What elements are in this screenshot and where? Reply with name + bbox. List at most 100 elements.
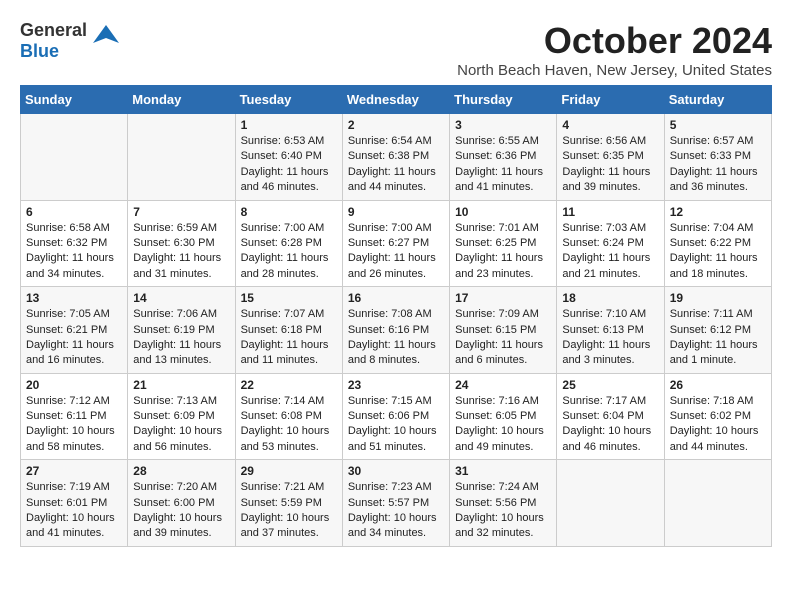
- calendar-cell: 18 Sunrise: 7:10 AM Sunset: 6:13 PM Dayli…: [557, 287, 664, 374]
- day-number: 31: [455, 464, 551, 478]
- cell-content: Sunrise: 7:11 AM Sunset: 6:12 PM Dayligh…: [670, 307, 766, 369]
- cell-content: Sunrise: 7:09 AM Sunset: 6:15 PM Dayligh…: [455, 307, 551, 369]
- calendar-cell: 20 Sunrise: 7:12 AM Sunset: 6:11 PM Dayli…: [21, 373, 128, 460]
- calendar-table: SundayMondayTuesdayWednesdayThursdayFrid…: [20, 85, 772, 547]
- cell-content: Sunrise: 7:00 AM Sunset: 6:28 PM Dayligh…: [241, 221, 337, 283]
- logo: General Blue: [20, 20, 121, 62]
- day-number: 8: [241, 205, 337, 219]
- calendar-cell: 16 Sunrise: 7:08 AM Sunset: 6:16 PM Dayli…: [342, 287, 449, 374]
- weekday-header-friday: Friday: [557, 86, 664, 114]
- day-number: 7: [133, 205, 229, 219]
- day-number: 13: [26, 291, 122, 305]
- calendar-cell: 9 Sunrise: 7:00 AM Sunset: 6:27 PM Daylig…: [342, 200, 449, 287]
- day-number: 26: [670, 378, 766, 392]
- logo-general-text: General: [20, 20, 87, 40]
- cell-content: Sunrise: 7:17 AM Sunset: 6:04 PM Dayligh…: [562, 394, 658, 456]
- calendar-cell: 8 Sunrise: 7:00 AM Sunset: 6:28 PM Daylig…: [235, 200, 342, 287]
- calendar-cell: 13 Sunrise: 7:05 AM Sunset: 6:21 PM Dayli…: [21, 287, 128, 374]
- calendar-cell: 2 Sunrise: 6:54 AM Sunset: 6:38 PM Daylig…: [342, 114, 449, 201]
- calendar-cell: 15 Sunrise: 7:07 AM Sunset: 6:18 PM Dayli…: [235, 287, 342, 374]
- cell-content: Sunrise: 7:05 AM Sunset: 6:21 PM Dayligh…: [26, 307, 122, 369]
- day-number: 15: [241, 291, 337, 305]
- calendar-week-row: 1 Sunrise: 6:53 AM Sunset: 6:40 PM Daylig…: [21, 114, 772, 201]
- day-number: 27: [26, 464, 122, 478]
- logo-bird-icon: [91, 23, 121, 59]
- day-number: 30: [348, 464, 444, 478]
- calendar-cell: 12 Sunrise: 7:04 AM Sunset: 6:22 PM Dayli…: [664, 200, 771, 287]
- day-number: 11: [562, 205, 658, 219]
- day-number: 6: [26, 205, 122, 219]
- weekday-header-wednesday: Wednesday: [342, 86, 449, 114]
- cell-content: Sunrise: 7:19 AM Sunset: 6:01 PM Dayligh…: [26, 480, 122, 542]
- calendar-cell: 27 Sunrise: 7:19 AM Sunset: 6:01 PM Dayli…: [21, 460, 128, 547]
- cell-content: Sunrise: 7:07 AM Sunset: 6:18 PM Dayligh…: [241, 307, 337, 369]
- day-number: 24: [455, 378, 551, 392]
- cell-content: Sunrise: 7:06 AM Sunset: 6:19 PM Dayligh…: [133, 307, 229, 369]
- cell-content: Sunrise: 7:21 AM Sunset: 5:59 PM Dayligh…: [241, 480, 337, 542]
- calendar-cell: [21, 114, 128, 201]
- cell-content: Sunrise: 6:57 AM Sunset: 6:33 PM Dayligh…: [670, 134, 766, 196]
- day-number: 16: [348, 291, 444, 305]
- calendar-cell: 10 Sunrise: 7:01 AM Sunset: 6:25 PM Dayli…: [450, 200, 557, 287]
- cell-content: Sunrise: 7:12 AM Sunset: 6:11 PM Dayligh…: [26, 394, 122, 456]
- calendar-week-row: 13 Sunrise: 7:05 AM Sunset: 6:21 PM Dayli…: [21, 287, 772, 374]
- calendar-week-row: 27 Sunrise: 7:19 AM Sunset: 6:01 PM Dayli…: [21, 460, 772, 547]
- cell-content: Sunrise: 7:16 AM Sunset: 6:05 PM Dayligh…: [455, 394, 551, 456]
- day-number: 20: [26, 378, 122, 392]
- weekday-header-thursday: Thursday: [450, 86, 557, 114]
- day-number: 5: [670, 118, 766, 132]
- weekday-header-tuesday: Tuesday: [235, 86, 342, 114]
- cell-content: Sunrise: 6:54 AM Sunset: 6:38 PM Dayligh…: [348, 134, 444, 196]
- calendar-cell: 25Sunrise: 7:17 AM Sunset: 6:04 PM Dayli…: [557, 373, 664, 460]
- cell-content: Sunrise: 6:53 AM Sunset: 6:40 PM Dayligh…: [241, 134, 337, 196]
- cell-content: Sunrise: 6:56 AM Sunset: 6:35 PM Dayligh…: [562, 134, 658, 196]
- cell-content: Sunrise: 7:10 AM Sunset: 6:13 PM Dayligh…: [562, 307, 658, 369]
- day-number: 28: [133, 464, 229, 478]
- cell-content: Sunrise: 7:15 AM Sunset: 6:06 PM Dayligh…: [348, 394, 444, 456]
- cell-content: Sunrise: 7:13 AM Sunset: 6:09 PM Dayligh…: [133, 394, 229, 456]
- calendar-cell: 17 Sunrise: 7:09 AM Sunset: 6:15 PM Dayli…: [450, 287, 557, 374]
- weekday-header-sunday: Sunday: [21, 86, 128, 114]
- day-number: 2: [348, 118, 444, 132]
- calendar-week-row: 6 Sunrise: 6:58 AM Sunset: 6:32 PM Daylig…: [21, 200, 772, 287]
- calendar-cell: 11 Sunrise: 7:03 AM Sunset: 6:24 PM Dayli…: [557, 200, 664, 287]
- cell-content: Sunrise: 6:55 AM Sunset: 6:36 PM Dayligh…: [455, 134, 551, 196]
- calendar-cell: 29Sunrise: 7:21 AM Sunset: 5:59 PM Dayli…: [235, 460, 342, 547]
- cell-content: Sunrise: 7:03 AM Sunset: 6:24 PM Dayligh…: [562, 221, 658, 283]
- calendar-cell: 21 Sunrise: 7:13 AM Sunset: 6:09 PM Dayli…: [128, 373, 235, 460]
- day-number: 4: [562, 118, 658, 132]
- day-number: 10: [455, 205, 551, 219]
- day-number: 21: [133, 378, 229, 392]
- cell-content: Sunrise: 7:08 AM Sunset: 6:16 PM Dayligh…: [348, 307, 444, 369]
- weekday-header-row: SundayMondayTuesdayWednesdayThursdayFrid…: [21, 86, 772, 114]
- title-area: October 2024 North Beach Haven, New Jers…: [457, 20, 772, 79]
- calendar-cell: [557, 460, 664, 547]
- day-number: 12: [670, 205, 766, 219]
- cell-content: Sunrise: 7:18 AM Sunset: 6:02 PM Dayligh…: [670, 394, 766, 456]
- day-number: 1: [241, 118, 337, 132]
- cell-content: Sunrise: 7:20 AM Sunset: 6:00 PM Dayligh…: [133, 480, 229, 542]
- calendar-cell: 14Sunrise: 7:06 AM Sunset: 6:19 PM Dayli…: [128, 287, 235, 374]
- weekday-header-saturday: Saturday: [664, 86, 771, 114]
- calendar-cell: 6 Sunrise: 6:58 AM Sunset: 6:32 PM Daylig…: [21, 200, 128, 287]
- calendar-cell: 30Sunrise: 7:23 AM Sunset: 5:57 PM Dayli…: [342, 460, 449, 547]
- month-title: October 2024: [457, 20, 772, 62]
- calendar-cell: 26 Sunrise: 7:18 AM Sunset: 6:02 PM Dayli…: [664, 373, 771, 460]
- calendar-cell: 31Sunrise: 7:24 AM Sunset: 5:56 PM Dayli…: [450, 460, 557, 547]
- cell-content: Sunrise: 6:58 AM Sunset: 6:32 PM Dayligh…: [26, 221, 122, 283]
- calendar-cell: 7Sunrise: 6:59 AM Sunset: 6:30 PM Daylig…: [128, 200, 235, 287]
- calendar-cell: 1 Sunrise: 6:53 AM Sunset: 6:40 PM Daylig…: [235, 114, 342, 201]
- cell-content: Sunrise: 7:01 AM Sunset: 6:25 PM Dayligh…: [455, 221, 551, 283]
- location-title: North Beach Haven, New Jersey, United St…: [457, 62, 772, 79]
- calendar-cell: 19Sunrise: 7:11 AM Sunset: 6:12 PM Dayli…: [664, 287, 771, 374]
- day-number: 9: [348, 205, 444, 219]
- day-number: 17: [455, 291, 551, 305]
- logo-blue-text: Blue: [20, 41, 59, 61]
- cell-content: Sunrise: 7:00 AM Sunset: 6:27 PM Dayligh…: [348, 221, 444, 283]
- calendar-cell: 23 Sunrise: 7:15 AM Sunset: 6:06 PM Dayli…: [342, 373, 449, 460]
- calendar-cell: [664, 460, 771, 547]
- cell-content: Sunrise: 7:04 AM Sunset: 6:22 PM Dayligh…: [670, 221, 766, 283]
- day-number: 23: [348, 378, 444, 392]
- calendar-cell: 5 Sunrise: 6:57 AM Sunset: 6:33 PM Daylig…: [664, 114, 771, 201]
- day-number: 18: [562, 291, 658, 305]
